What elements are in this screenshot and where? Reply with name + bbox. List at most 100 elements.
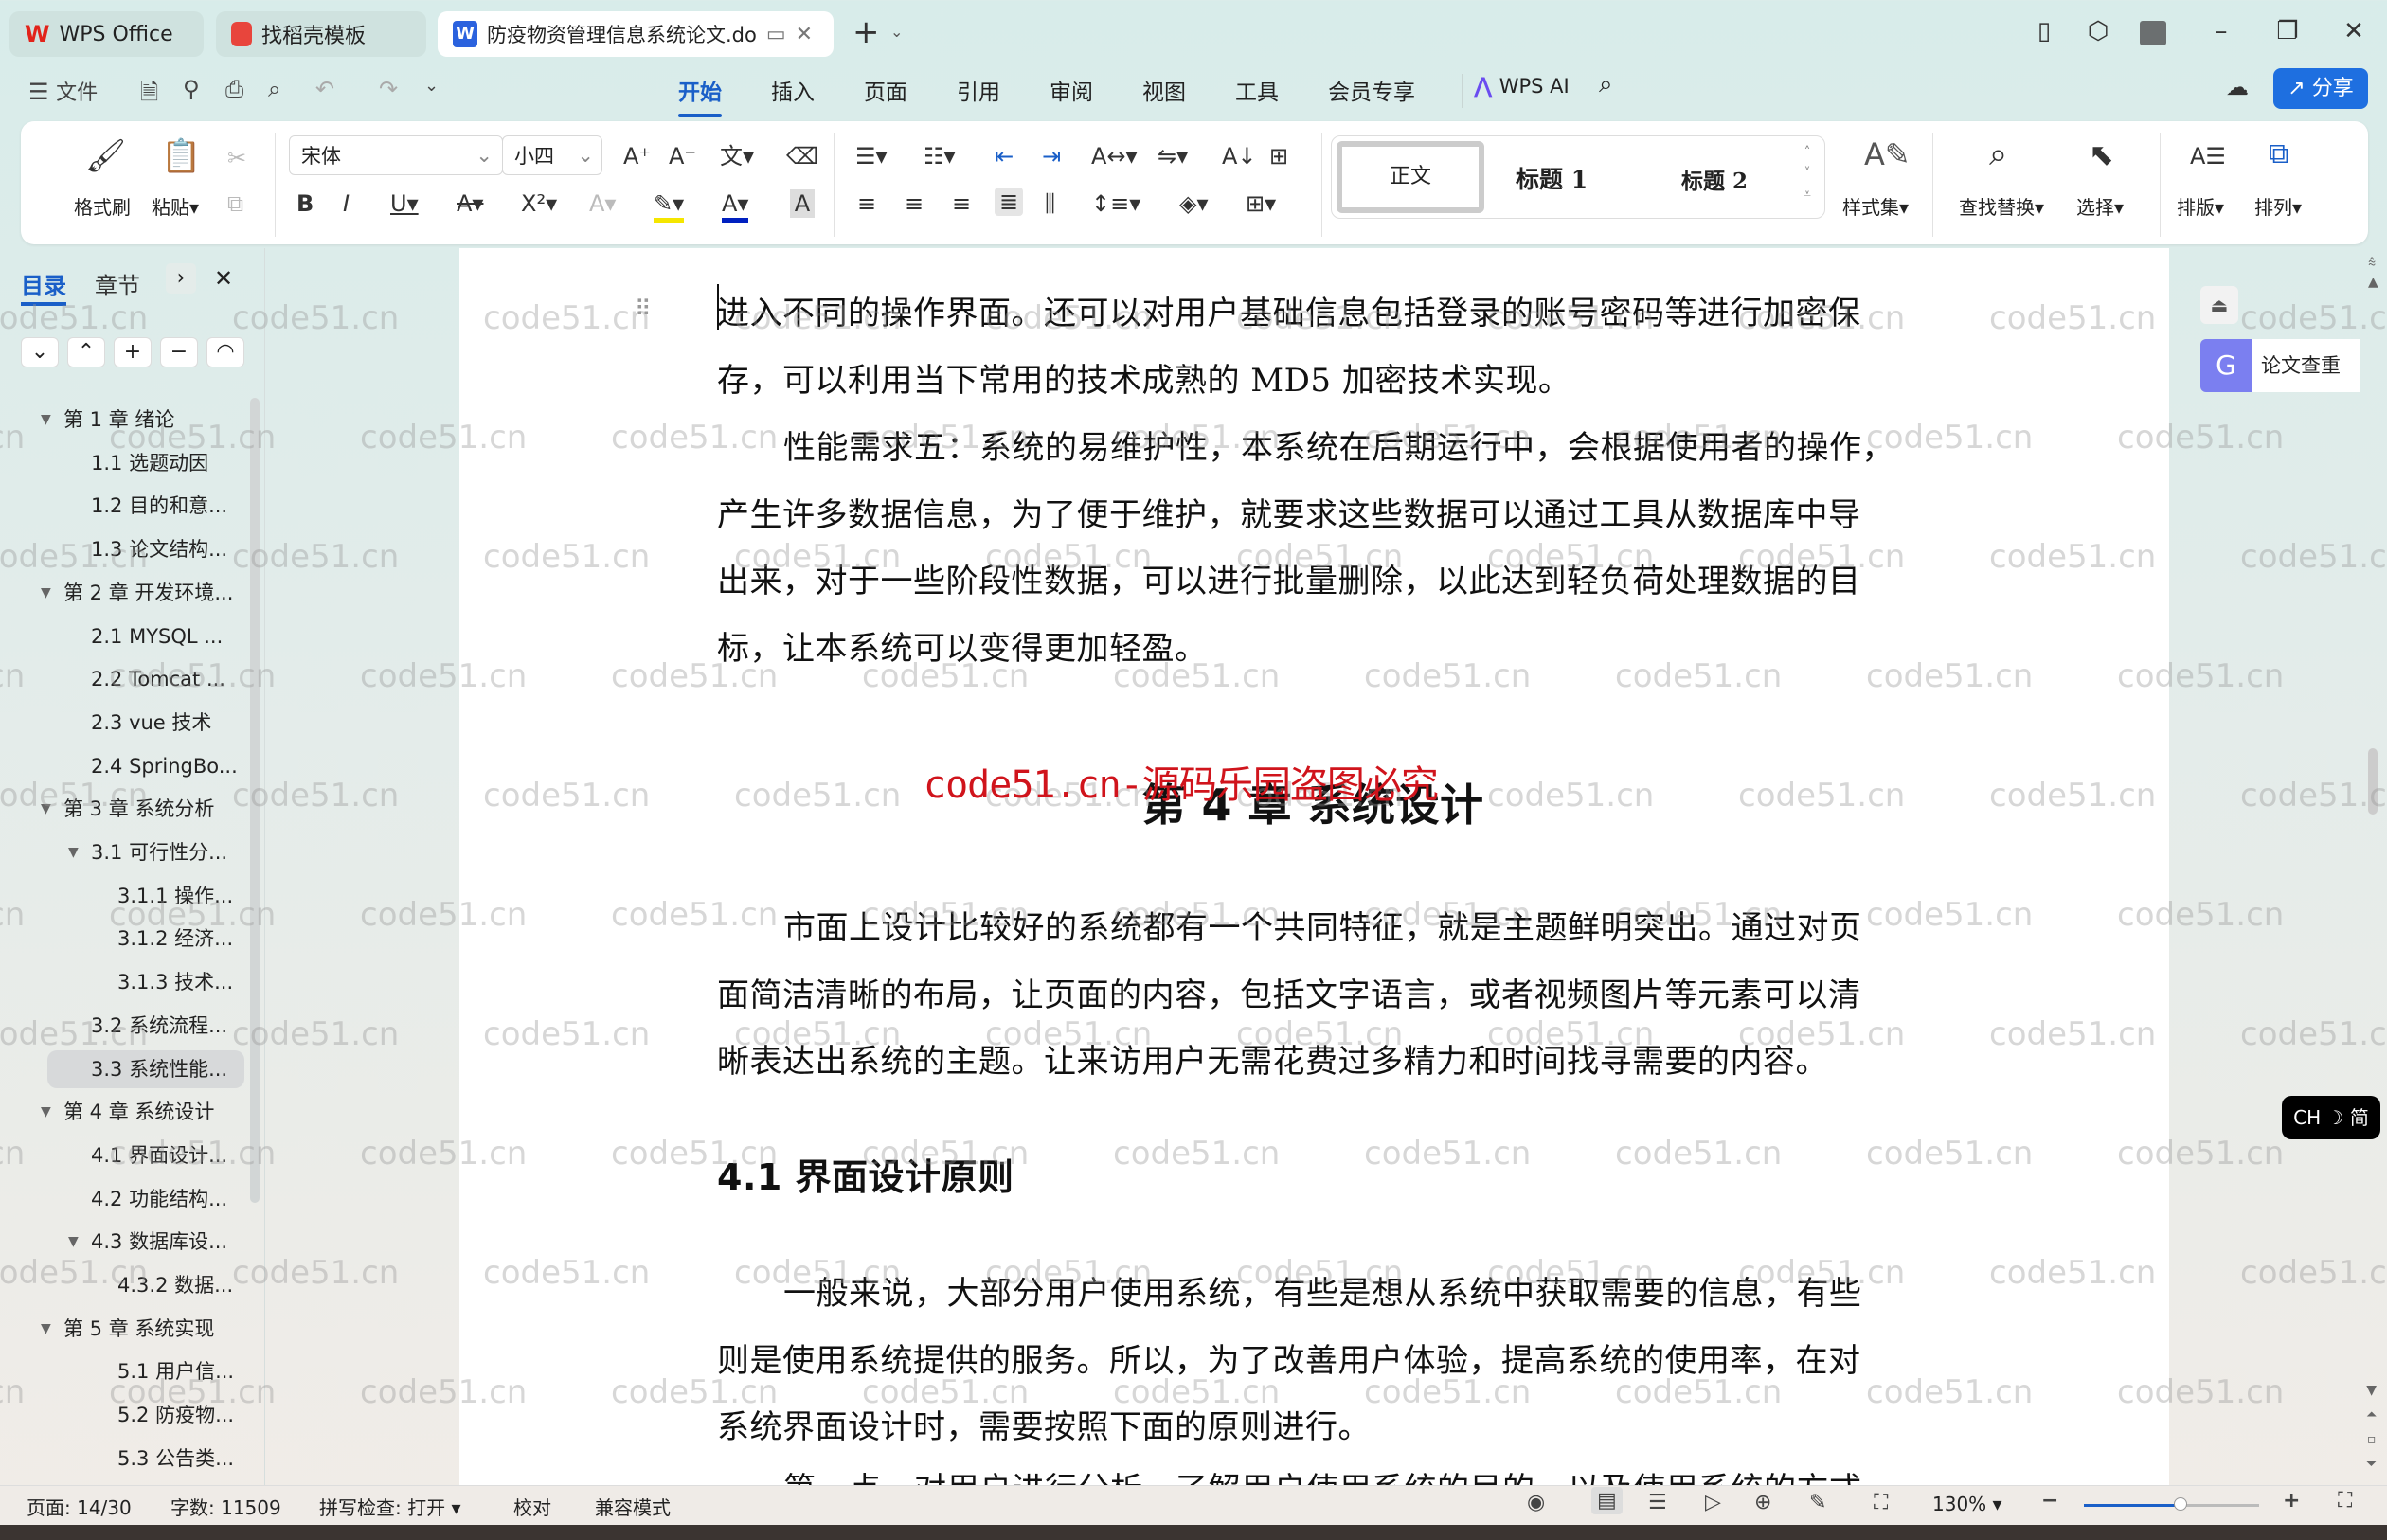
- page-indicator[interactable]: 页面: 14/30: [27, 1493, 132, 1520]
- align-right-icon[interactable]: ≡: [952, 189, 971, 218]
- toc-item[interactable]: 3.1.2 经济...: [117, 920, 233, 958]
- toc-item[interactable]: 5.3 公告类...: [117, 1440, 234, 1477]
- align-center-icon[interactable]: ≡: [905, 189, 924, 218]
- arrange-button[interactable]: 排列▾: [2254, 192, 2302, 220]
- toc-item[interactable]: 2.4 SpringBo...: [91, 747, 238, 785]
- paste-button[interactable]: 粘贴▾: [152, 192, 199, 220]
- scroll-top-icon[interactable]: ⩯ ▲: [2368, 254, 2378, 292]
- style-heading-2[interactable]: 标题 2: [1681, 163, 1748, 195]
- page-navigation-icons[interactable]: ▼ ⏶ ▫ ⏷: [2366, 1378, 2377, 1477]
- menu-tab-tools[interactable]: 工具: [1235, 74, 1279, 106]
- drag-handle-icon[interactable]: ⠿: [635, 295, 652, 322]
- increase-indent-icon[interactable]: ⇥: [1042, 142, 1061, 170]
- document-scrollbar[interactable]: [2368, 748, 2378, 815]
- text-effect-icon[interactable]: A▾: [589, 189, 616, 218]
- cut-icon[interactable]: ✂: [227, 144, 246, 172]
- font-name-select[interactable]: 宋体 ⌄: [289, 135, 503, 175]
- collapse-panel-icon[interactable]: ⏏: [2200, 286, 2238, 324]
- toc-item[interactable]: 第 3 章 系统分析: [63, 790, 214, 828]
- zoom-out-icon[interactable]: −: [2041, 1489, 2058, 1513]
- expand-caret-icon[interactable]: ▼: [41, 412, 51, 427]
- expand-caret-icon[interactable]: ▼: [41, 1321, 51, 1336]
- play-icon[interactable]: ▷: [1705, 1491, 1721, 1514]
- tab-wps-office[interactable]: W WPS Office: [9, 11, 204, 57]
- close-window-icon[interactable]: ✕: [2337, 17, 2371, 45]
- file-menu[interactable]: ☰ 文件: [28, 76, 98, 106]
- expand-caret-icon[interactable]: ▼: [41, 801, 51, 816]
- cloud-icon[interactable]: ☁: [2226, 74, 2249, 100]
- focus-mode-icon[interactable]: ⛶: [1874, 1491, 1888, 1514]
- toc-item[interactable]: 5.1 用户信...: [117, 1352, 234, 1390]
- sidebar-scrollbar[interactable]: [250, 398, 260, 1203]
- format-painter-button[interactable]: 格式刷: [74, 192, 131, 220]
- toc-item[interactable]: 3.2 系统流程...: [91, 1007, 227, 1045]
- toc-item[interactable]: 第 2 章 开发环境...: [63, 574, 233, 612]
- menu-tab-references[interactable]: 引用: [957, 74, 1000, 106]
- word-count[interactable]: 字数: 11509: [170, 1493, 281, 1520]
- superscript-icon[interactable]: X²▾: [521, 189, 557, 218]
- tab-document[interactable]: W 防疫物资管理信息系统论文.do ▭ ✕: [438, 11, 834, 57]
- toc-item[interactable]: 5.2 防疫物...: [117, 1396, 234, 1434]
- style-normal[interactable]: 正文: [1337, 141, 1484, 213]
- menu-tab-page[interactable]: 页面: [864, 74, 907, 106]
- zoom-in-icon[interactable]: +: [2283, 1489, 2300, 1513]
- toc-item[interactable]: 4.1 界面设计...: [91, 1137, 227, 1174]
- toc-item[interactable]: 2.3 vue 技术: [91, 704, 211, 742]
- toc-settings-button[interactable]: ◠: [206, 337, 244, 367]
- toc-item[interactable]: 第 4 章 系统设计: [63, 1093, 214, 1131]
- ime-indicator[interactable]: CH ☽ 简: [2282, 1096, 2380, 1139]
- borders-icon[interactable]: ⊞▾: [1246, 189, 1276, 218]
- style-gallery-scroll[interactable]: ˄ ˅ ⩡: [1804, 142, 1811, 205]
- toc-item[interactable]: 2.1 MYSQL ...: [91, 618, 223, 655]
- close-pane-icon[interactable]: ✕: [214, 265, 233, 292]
- numbered-list-icon[interactable]: ☷▾: [924, 142, 956, 170]
- print-icon[interactable]: ⎙: [225, 76, 243, 102]
- sidebar-tab-toc[interactable]: 目录: [21, 267, 66, 306]
- fullscreen-icon[interactable]: ⛶: [2338, 1489, 2352, 1513]
- grow-font-icon[interactable]: A⁺: [623, 142, 651, 170]
- toc-item[interactable]: 4.3.2 数据...: [117, 1266, 233, 1304]
- wps-ai-button[interactable]: ⋀ WPS AI: [1474, 74, 1570, 98]
- eye-protection-icon[interactable]: ◉: [1527, 1491, 1545, 1514]
- proofread-button[interactable]: 校对: [513, 1493, 551, 1520]
- toc-item[interactable]: 3.1.3 技术...: [117, 963, 233, 1001]
- expand-caret-icon[interactable]: ▼: [68, 845, 79, 860]
- style-set-button[interactable]: 样式集▾: [1842, 192, 1909, 220]
- quick-access-more-icon[interactable]: ⌄: [424, 76, 439, 96]
- bold-icon[interactable]: B: [296, 189, 314, 218]
- add-heading-button[interactable]: +: [114, 337, 152, 367]
- remove-heading-button[interactable]: −: [160, 337, 198, 367]
- chinese-layout-icon[interactable]: ⇋▾: [1158, 142, 1188, 170]
- new-tab-button[interactable]: +: [852, 13, 880, 51]
- toc-item[interactable]: 4.2 功能结构...: [91, 1180, 227, 1218]
- minimize-icon[interactable]: –: [2204, 17, 2238, 45]
- toc-item[interactable]: 1.2 目的和意...: [91, 487, 227, 525]
- zoom-slider[interactable]: [2084, 1497, 2259, 1511]
- save-icon[interactable]: 🗎: [140, 76, 158, 115]
- toc-item[interactable]: 2.2 Tomcat ...: [91, 660, 225, 698]
- sort-icon[interactable]: A↓: [1222, 142, 1257, 170]
- pinyin-guide-icon[interactable]: 文▾: [720, 142, 754, 170]
- outline-view-icon[interactable]: ☰: [1648, 1491, 1667, 1514]
- web-view-icon[interactable]: ⊕: [1754, 1491, 1771, 1514]
- layout-button[interactable]: 排版▾: [2177, 192, 2224, 220]
- menu-tab-review[interactable]: 审阅: [1050, 74, 1093, 106]
- avatar[interactable]: [2136, 21, 2170, 52]
- find-replace-button[interactable]: 查找替换▾: [1959, 192, 2044, 220]
- shading-icon[interactable]: ◈▾: [1179, 189, 1209, 218]
- clear-format-icon[interactable]: ⌫: [786, 142, 818, 170]
- toc-item[interactable]: 3.1 可行性分...: [91, 833, 227, 871]
- redo-icon[interactable]: ↷: [379, 76, 398, 102]
- toc-item[interactable]: 4.3 数据库设...: [91, 1223, 227, 1261]
- paper-check-icon[interactable]: G: [2200, 339, 2252, 392]
- tablet-mode-icon[interactable]: ▯: [2027, 17, 2061, 45]
- copy-icon[interactable]: ⧉: [227, 189, 243, 218]
- toc-item[interactable]: 第 5 章 系统实现: [63, 1310, 214, 1348]
- show-marks-icon[interactable]: ⊞: [1269, 142, 1288, 170]
- style-heading-1[interactable]: 标题 1: [1516, 161, 1588, 195]
- cube-icon[interactable]: ⬡: [2081, 17, 2115, 45]
- chevron-right-icon[interactable]: ›: [166, 263, 196, 294]
- italic-icon[interactable]: I: [343, 189, 350, 218]
- expand-caret-icon[interactable]: ▼: [68, 1234, 79, 1249]
- sidebar-tab-sections[interactable]: 章节: [95, 267, 140, 300]
